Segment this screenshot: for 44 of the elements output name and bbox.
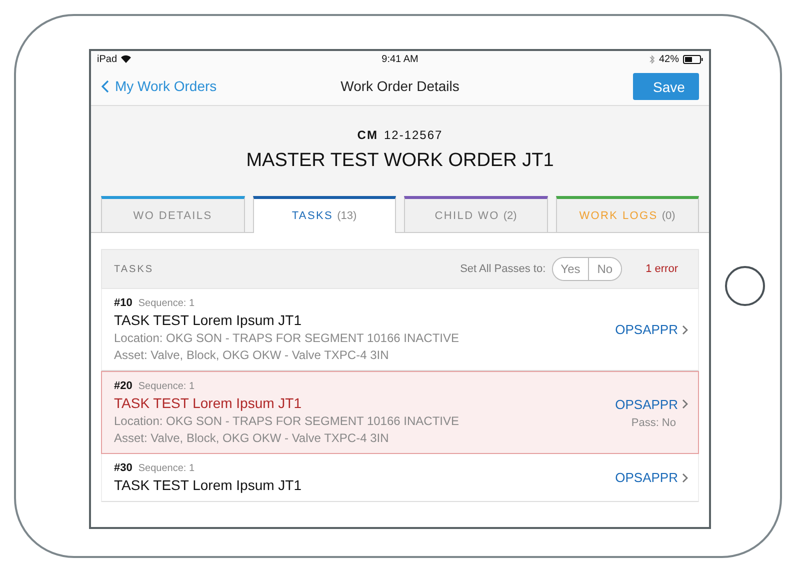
task-location: Location: OKG SON - TRAPS FOR SEGMENT 10166 INACTIVE	[114, 414, 460, 428]
task-asset: Asset: Valve, Block, OKG OKW - Valve TXPC-4 3IN	[114, 431, 390, 445]
home-button[interactable]	[725, 266, 765, 306]
chevron-right-icon	[682, 324, 688, 334]
tab[interactable]: TASKS (13)	[252, 196, 396, 233]
task-title: TASK TEST Lorem Ipsum JT1	[114, 312, 303, 328]
task-number: #30	[114, 462, 132, 474]
segment-option[interactable]: Yes	[552, 258, 588, 280]
section-title: TASKS	[114, 264, 155, 274]
chevron-right-icon	[682, 399, 688, 409]
clock: 9:41 AM	[382, 54, 418, 64]
tab[interactable]: WO DETAILS	[101, 196, 244, 232]
error-count: 1 error	[646, 263, 678, 275]
task-number: #20	[114, 380, 132, 392]
task-sequence: Sequence: 1	[138, 381, 195, 392]
back-button[interactable]: My Work Orders	[101, 78, 251, 94]
chevron-right-icon	[682, 472, 688, 482]
task-number: #10	[114, 297, 132, 309]
set-all-label: Set All Passes to:	[460, 263, 546, 275]
task-location: Location: OKG SON - TRAPS FOR SEGMENT 10166 INACTIVE	[114, 331, 460, 345]
status-link[interactable]: OPSAPPR	[615, 396, 688, 412]
pass-status: Pass: No	[631, 416, 676, 428]
work-order-title: MASTER TEST WORK ORDER JT1	[246, 150, 554, 172]
battery-icon	[682, 54, 703, 64]
battery-percentage: 42%	[658, 54, 679, 64]
status-link[interactable]: OPSAPPR	[615, 322, 688, 337]
back-chevron-icon	[101, 80, 109, 92]
status-link[interactable]: OPSAPPR	[615, 470, 688, 485]
task-title: TASK TEST Lorem Ipsum JT1	[114, 477, 303, 493]
wifi-icon	[121, 55, 132, 63]
bluetooth-icon	[648, 54, 655, 64]
task-title: TASK TEST Lorem Ipsum JT1	[114, 395, 303, 411]
device-name: iPad	[97, 54, 118, 64]
work-order-number: CM 12-12567	[357, 128, 443, 142]
nav-title: Work Order Details	[340, 78, 460, 94]
segment-option[interactable]: No	[588, 258, 621, 280]
task-asset: Asset: Valve, Block, OKG OKW - Valve TXPC-4 3IN	[114, 348, 390, 362]
task-sequence: Sequence: 1	[138, 463, 195, 474]
task-sequence: Sequence: 1	[138, 298, 195, 309]
task-row[interactable]: #30 Sequence: 1 TASK TEST Lorem Ipsum JT1 OPSAPPR	[101, 454, 699, 502]
tab[interactable]: CHILD WO (2)	[404, 196, 548, 232]
tab[interactable]: WORK LOGS (0)	[556, 196, 699, 232]
save-button[interactable]: Save	[633, 72, 699, 100]
task-row[interactable]: #20 Sequence: 1 TASK TEST Lorem Ipsum JT1 Location: OKG SON - TRAPS FOR SEGMENT 10166 INACTIVE Asset: Valve, Block, OKG OKW - Valve TXPC-4 3IN OPSAPPR Pass: No	[101, 371, 699, 454]
